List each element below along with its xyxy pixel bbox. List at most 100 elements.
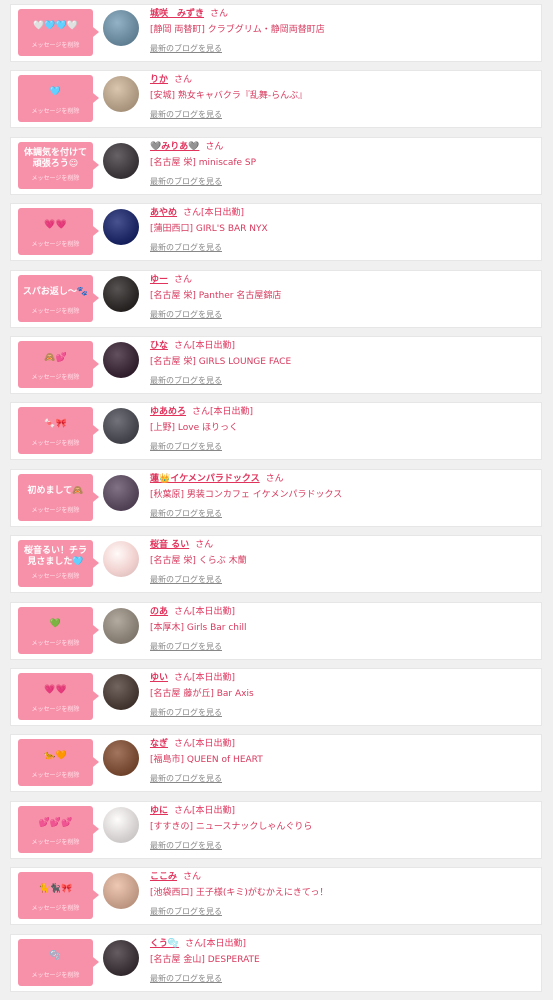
message-bubble: 💗💗 メッセージを削除 — [18, 208, 93, 255]
shop-link[interactable]: [静岡 両替町] クラブグリム・静岡両替町店 — [150, 24, 325, 36]
latest-blog-link[interactable]: 最新のブログを見る — [150, 442, 222, 452]
avatar[interactable] — [103, 342, 139, 378]
latest-blog-link[interactable]: 最新のブログを見る — [150, 575, 222, 585]
avatar[interactable] — [103, 940, 139, 976]
honorific: さん — [174, 739, 193, 749]
girl-name-link[interactable]: のあ — [150, 607, 168, 617]
bubble-tail — [93, 160, 99, 170]
delete-message-link[interactable]: メッセージを削除 — [18, 972, 93, 980]
latest-blog-link[interactable]: 最新のブログを見る — [150, 110, 222, 120]
avatar[interactable] — [103, 143, 139, 179]
shop-link[interactable]: [安城] 熟女キャバクラ『乱舞-らんぶ』 — [150, 90, 307, 102]
message-bubble: 💚 メッセージを削除 — [18, 607, 93, 654]
honorific: さん — [265, 474, 284, 484]
shop-link[interactable]: [福島市] QUEEN of HEART — [150, 754, 263, 766]
message-text: 🐆🧡 — [44, 750, 67, 761]
shop-link[interactable]: [秋葉原] 男装コンカフェ イケメンパラドックス — [150, 489, 342, 501]
avatar[interactable] — [103, 541, 139, 577]
latest-blog-link[interactable]: 最新のブログを見る — [150, 974, 222, 984]
list-item: 桜音るい！チラ見さました🩵 メッセージを削除 桜音 るい さん [名古屋 栄] くらぶ … — [10, 535, 542, 593]
delete-message-link[interactable]: メッセージを削除 — [18, 772, 93, 780]
delete-message-link[interactable]: メッセージを削除 — [18, 706, 93, 714]
latest-blog-link[interactable]: 最新のブログを見る — [150, 774, 222, 784]
girl-name-link[interactable]: ゆー — [150, 275, 168, 285]
delete-message-link[interactable]: メッセージを削除 — [18, 241, 93, 249]
delete-message-link[interactable]: メッセージを削除 — [18, 308, 93, 316]
girl-name-link[interactable]: ひな — [150, 341, 168, 351]
girl-name-link[interactable]: ゆに — [150, 806, 168, 816]
message-bubble: 🙈💕 メッセージを削除 — [18, 341, 93, 388]
avatar[interactable] — [103, 209, 139, 245]
latest-blog-link[interactable]: 最新のブログを見る — [150, 310, 222, 320]
avatar[interactable] — [103, 475, 139, 511]
latest-blog-link[interactable]: 最新のブログを見る — [150, 509, 222, 519]
girl-name-link[interactable]: 城咲 みずき — [150, 9, 204, 19]
avatar[interactable] — [103, 76, 139, 112]
status-badge: [本日出勤] — [203, 939, 247, 949]
avatar[interactable] — [103, 873, 139, 909]
bubble-tail — [93, 293, 99, 303]
honorific: さん — [174, 607, 193, 617]
girl-name-link[interactable]: あやめ — [150, 208, 177, 218]
latest-blog-link[interactable]: 最新のブログを見る — [150, 376, 222, 386]
honorific: さん — [195, 540, 214, 550]
shop-link[interactable]: [本厚木] Girls Bar chill — [150, 622, 247, 634]
latest-blog-link[interactable]: 最新のブログを見る — [150, 708, 222, 718]
latest-blog-link[interactable]: 最新のブログを見る — [150, 642, 222, 652]
shop-link[interactable]: [名古屋 栄] miniscafe SP — [150, 157, 256, 169]
avatar[interactable] — [103, 807, 139, 843]
girl-name-link[interactable]: なぎ — [150, 739, 168, 749]
delete-message-link[interactable]: メッセージを削除 — [18, 42, 93, 50]
list-item: 🙈💕 メッセージを削除 ひな さん[本日出勤] [名古屋 栄] GIRLS LOUNGE… — [10, 336, 542, 394]
shop-link[interactable]: [上野] Love ほりっく — [150, 422, 238, 434]
message-text: 🫧 — [49, 950, 62, 961]
latest-blog-link[interactable]: 最新のブログを見る — [150, 841, 222, 851]
name-line: ゆー さん — [150, 274, 192, 286]
shop-link[interactable]: [池袋西口] 王子様(キミ)がむかえにきてっ！ — [150, 887, 328, 899]
girl-name-link[interactable]: ゆあめろ — [150, 407, 186, 417]
shop-link[interactable]: [すすきの] ニュースナックしゃんぐりら — [150, 821, 312, 833]
avatar[interactable] — [103, 674, 139, 710]
latest-blog-link[interactable]: 最新のブログを見る — [150, 177, 222, 187]
delete-message-link[interactable]: メッセージを削除 — [18, 374, 93, 382]
girl-name-link[interactable]: ここみ — [150, 872, 177, 882]
girl-name-link[interactable]: 桜音 るい — [150, 540, 189, 550]
name-line: ひな さん[本日出勤] — [150, 340, 235, 352]
avatar[interactable] — [103, 608, 139, 644]
name-line: ゆに さん[本日出勤] — [150, 805, 235, 817]
avatar[interactable] — [103, 276, 139, 312]
status-badge: [本日出勤] — [192, 806, 236, 816]
latest-blog-link[interactable]: 最新のブログを見る — [150, 907, 222, 917]
list-item: 💗💗 メッセージを削除 あやめ さん[本日出勤] [蒲田西口] GIRL'S BAR N… — [10, 203, 542, 261]
latest-blog-link[interactable]: 最新のブログを見る — [150, 44, 222, 54]
honorific: さん — [210, 9, 229, 19]
girl-name-link[interactable]: 🩶みりあ🩶 — [150, 142, 199, 152]
girl-name-link[interactable]: くう🫧 — [150, 939, 179, 949]
girl-name-link[interactable]: 蓮👑イケメンパラドックス — [150, 474, 260, 484]
latest-blog-link[interactable]: 最新のブログを見る — [150, 243, 222, 253]
avatar[interactable] — [103, 740, 139, 776]
avatar[interactable] — [103, 10, 139, 46]
shop-link[interactable]: [名古屋 栄] Panther 名古屋錦店 — [150, 290, 281, 302]
shop-link[interactable]: [名古屋 金山] DESPERATE — [150, 954, 260, 966]
shop-link[interactable]: [名古屋 藤が丘] Bar Axis — [150, 688, 254, 700]
shop-link[interactable]: [名古屋 栄] GIRLS LOUNGE FACE — [150, 356, 291, 368]
honorific: さん — [174, 673, 193, 683]
delete-message-link[interactable]: メッセージを削除 — [18, 175, 93, 183]
delete-message-link[interactable]: メッセージを削除 — [18, 573, 93, 581]
delete-message-link[interactable]: メッセージを削除 — [18, 440, 93, 448]
shop-link[interactable]: [名古屋 栄] くらぶ 木蘭 — [150, 555, 247, 567]
girl-name-link[interactable]: ゆい — [150, 673, 168, 683]
message-bubble: 🍬🎀 メッセージを削除 — [18, 407, 93, 454]
girl-name-link[interactable]: りか — [150, 75, 168, 85]
avatar[interactable] — [103, 408, 139, 444]
message-text: 💗💗 — [44, 219, 67, 230]
delete-message-link[interactable]: メッセージを削除 — [18, 108, 93, 116]
shop-link[interactable]: [蒲田西口] GIRL'S BAR NYX — [150, 223, 268, 235]
delete-message-link[interactable]: メッセージを削除 — [18, 905, 93, 913]
message-text: 🙈💕 — [44, 352, 67, 363]
delete-message-link[interactable]: メッセージを削除 — [18, 640, 93, 648]
delete-message-link[interactable]: メッセージを削除 — [18, 839, 93, 847]
name-line: りか さん — [150, 74, 192, 86]
delete-message-link[interactable]: メッセージを削除 — [18, 507, 93, 515]
